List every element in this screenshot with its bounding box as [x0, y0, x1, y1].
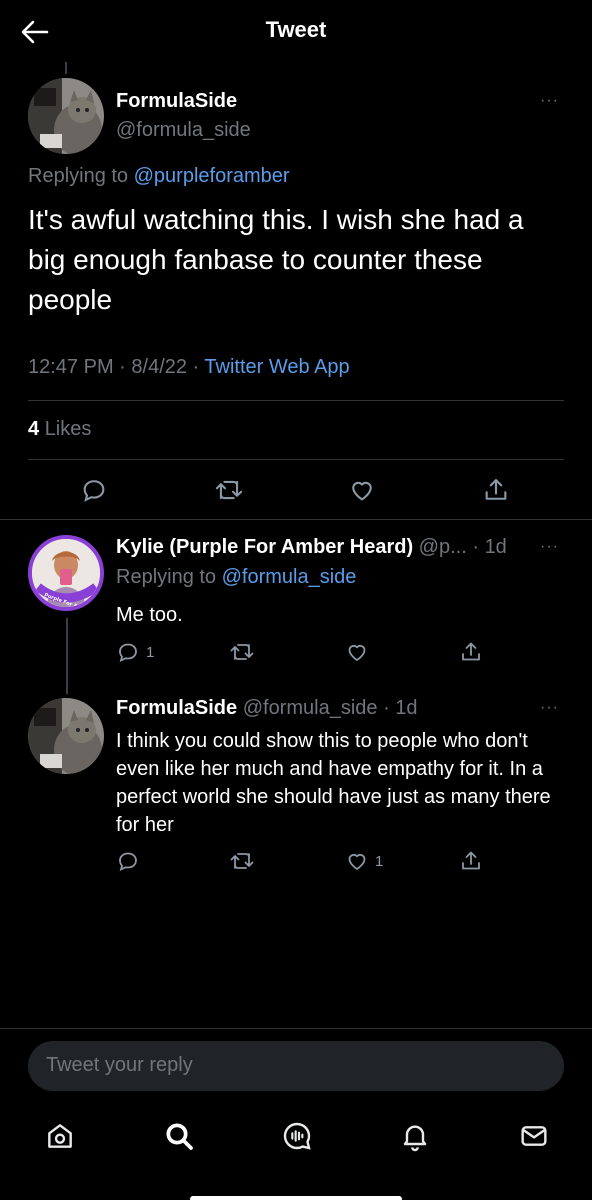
like-count: 1 [375, 852, 384, 870]
likes-label: Likes [44, 418, 92, 440]
share-icon [485, 479, 507, 500]
replying-label: Replying to [28, 165, 129, 187]
like-button[interactable]: 1 [345, 849, 383, 873]
divider [28, 459, 564, 460]
home-indicator [190, 1196, 402, 1200]
reply-button[interactable] [116, 849, 140, 873]
share-button[interactable] [459, 849, 483, 873]
messages-icon[interactable] [516, 1118, 552, 1154]
home-icon[interactable] [42, 1118, 78, 1154]
divider [0, 519, 592, 520]
page-title: Tweet [265, 17, 327, 42]
share-icon [462, 642, 480, 661]
avatar[interactable] [28, 78, 104, 154]
reply-author-handle[interactable]: @formula_side [243, 697, 378, 719]
notifications-icon[interactable] [397, 1118, 433, 1154]
author-name[interactable]: FormulaSide [116, 90, 237, 113]
reply-age: 1d [395, 697, 418, 719]
spaces-icon[interactable] [279, 1118, 315, 1154]
heart-icon [348, 644, 366, 661]
reply-count: 1 [146, 643, 155, 661]
thread-line [66, 618, 68, 694]
top-bar: Tweet [0, 0, 592, 62]
reply-button[interactable] [80, 476, 108, 504]
more-options-icon[interactable]: ··· [540, 538, 559, 556]
tweet-meta: 12:47 PM · 8/4/22 · Twitter Web App [28, 356, 350, 378]
heart-icon [352, 481, 372, 501]
reply-header: FormulaSide @formula_side · 1d [116, 697, 418, 719]
reply-author-name[interactable]: FormulaSide [116, 697, 237, 719]
retweet-icon [215, 480, 243, 500]
share-button[interactable] [482, 476, 510, 504]
reply-text: I think you could show this to people wh… [116, 730, 551, 836]
reply-icon [119, 852, 137, 872]
likes-count: 4 [28, 418, 40, 440]
reply-text: Me too. [116, 604, 183, 626]
tweet-date: 8/4/22 [131, 356, 187, 378]
reply-button[interactable]: 1 [116, 640, 154, 664]
thread-line-top [65, 62, 67, 74]
heart-icon [348, 853, 366, 870]
reply-icon [119, 643, 137, 663]
author-handle[interactable]: @formula_side [116, 119, 251, 142]
more-options-icon[interactable]: ··· [540, 92, 559, 110]
reply-age: 1d [484, 536, 507, 558]
reply-icon [83, 480, 105, 502]
reply-author-handle[interactable]: @p... [419, 536, 467, 558]
tweet-text: It's awful watching this. I wish she had… [28, 204, 524, 315]
divider [28, 400, 564, 401]
tweet-source[interactable]: Twitter Web App [204, 356, 349, 378]
tweet-time: 12:47 PM [28, 356, 114, 378]
share-icon [462, 851, 480, 870]
replying-to-handle[interactable]: @formula_side [222, 566, 357, 588]
replying-to-handle[interactable]: @purpleforamber [134, 165, 290, 187]
more-options-icon[interactable]: ··· [540, 699, 559, 717]
like-button[interactable] [345, 640, 369, 664]
retweet-icon [230, 853, 254, 869]
likes-summary[interactable]: 4 Likes [28, 418, 91, 441]
like-button[interactable] [348, 476, 376, 504]
search-icon[interactable] [161, 1118, 197, 1154]
retweet-button[interactable] [214, 476, 244, 504]
divider [0, 1028, 592, 1029]
retweet-icon [230, 644, 254, 660]
share-button[interactable] [459, 640, 483, 664]
replying-to: Replying to @purpleforamber [28, 165, 290, 188]
replying-to: Replying to @formula_side [116, 566, 356, 589]
reply-header: Kylie (Purple For Amber Heard) @p... · 1… [116, 536, 507, 558]
retweet-button[interactable] [229, 640, 255, 664]
avatar[interactable]: Purple For Amber [28, 535, 104, 611]
reply-author-name[interactable]: Kylie (Purple For Amber Heard) [116, 536, 413, 558]
reply-input[interactable]: Tweet your reply [28, 1041, 564, 1091]
retweet-button[interactable] [229, 849, 255, 873]
replying-label: Replying to [116, 566, 217, 588]
avatar[interactable] [28, 698, 104, 774]
